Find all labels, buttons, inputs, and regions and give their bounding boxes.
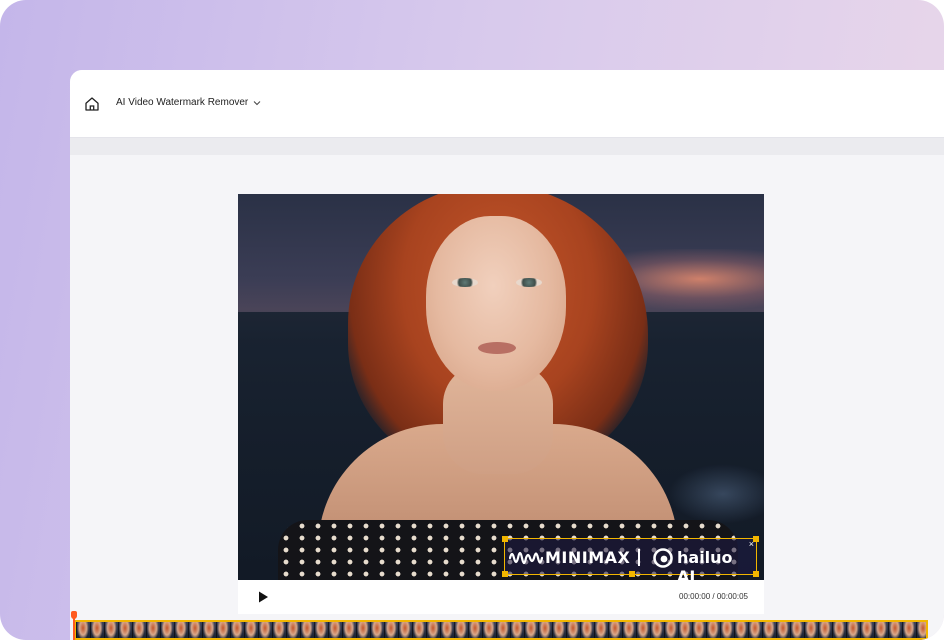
minimax-wave-icon — [509, 551, 543, 565]
wave-highlight — [668, 464, 764, 524]
time-separator: / — [712, 592, 715, 601]
video-preview[interactable]: × MINIMAX hailuo AI — [238, 194, 764, 580]
top-bar: AI Video Watermark Remover — [70, 70, 944, 138]
resize-handle-top-left[interactable] — [502, 536, 508, 542]
playhead-line — [73, 617, 75, 640]
timeline-strip[interactable] — [74, 620, 928, 640]
subject-eye-right — [516, 278, 542, 287]
subject-eye-left — [452, 278, 478, 287]
watermark-selection-box[interactable]: × MINIMAX hailuo AI — [502, 536, 759, 580]
watermark-minimax-text: MINIMAX — [545, 548, 631, 567]
tool-selector-label: AI Video Watermark Remover — [116, 97, 249, 108]
watermark-hailuo-text: hailuo AI — [677, 548, 733, 580]
tool-selector-dropdown[interactable]: AI Video Watermark Remover — [116, 97, 261, 108]
resize-handle-bottom-middle[interactable] — [629, 571, 635, 577]
toolbar-strip — [70, 138, 944, 155]
hailuo-logo-icon — [653, 548, 673, 568]
play-icon — [259, 591, 268, 603]
subject-face — [426, 216, 566, 391]
playhead-handle[interactable] — [71, 611, 77, 619]
background-frame: AI Video Watermark Remover × MINIMAX hai… — [0, 0, 944, 640]
resize-handle-bottom-left[interactable] — [502, 571, 508, 577]
timeline-thumbnails — [76, 622, 926, 638]
play-button[interactable] — [256, 590, 270, 604]
home-button[interactable] — [84, 96, 100, 112]
time-display: 00:00:00 / 00:00:05 — [679, 592, 748, 601]
app-window: AI Video Watermark Remover × MINIMAX hai… — [70, 70, 944, 640]
watermark-separator — [638, 549, 640, 566]
duration: 00:00:05 — [716, 592, 748, 601]
current-time: 00:00:00 — [679, 592, 711, 601]
player-controls: 00:00:00 / 00:00:05 — [238, 580, 764, 614]
home-icon — [85, 97, 99, 111]
chevron-down-icon — [253, 100, 261, 105]
video-player: × MINIMAX hailuo AI 00:00:00 / 00:00:05 — [238, 194, 764, 614]
subject-lips — [478, 342, 516, 354]
